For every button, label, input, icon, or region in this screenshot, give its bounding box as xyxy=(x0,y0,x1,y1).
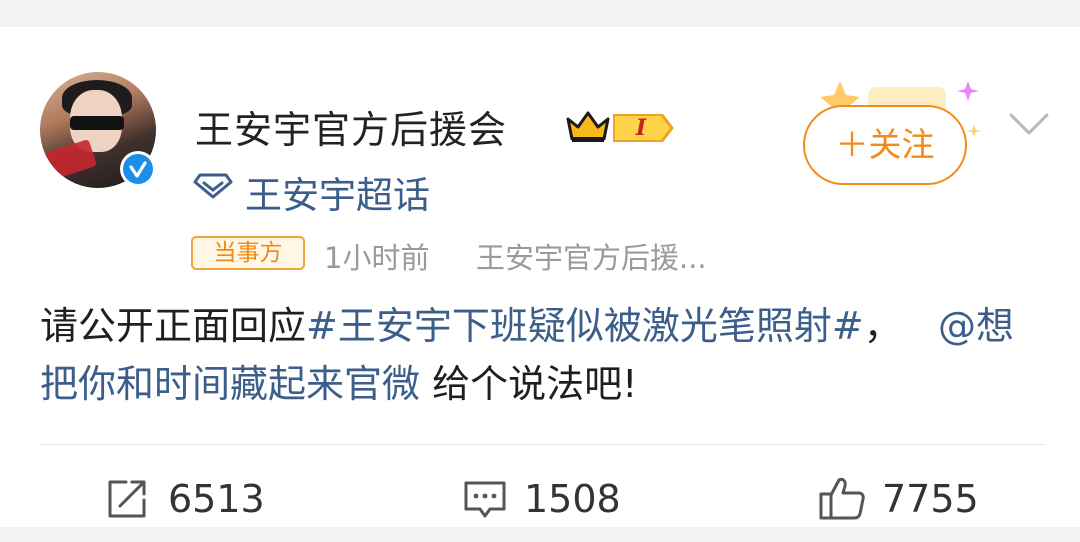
post-text-separator: ， xyxy=(863,304,902,348)
diamond-icon xyxy=(193,173,233,203)
post-source[interactable]: 王安宇官方后援... xyxy=(476,235,707,277)
verified-badge xyxy=(120,151,156,187)
post-timestamp: 1小时前 xyxy=(324,241,430,275)
repost-count: 6513 xyxy=(168,477,265,521)
post-text-prefix: 请公开正面回应 xyxy=(40,304,307,348)
topic-link[interactable]: 王安宇超话 xyxy=(245,165,430,219)
avatar-red-mark xyxy=(40,138,98,182)
crown-icon xyxy=(564,107,612,149)
post-card: 王安宇官方后援会 I 王安宇超话 ＋关注 当事方 1小时前 王安宇官方后援...… xyxy=(0,27,1080,527)
thumbs-up-icon xyxy=(819,477,865,520)
post-text-suffix: 给个说法吧! xyxy=(432,362,638,406)
verified-icon xyxy=(123,154,153,184)
like-count: 7755 xyxy=(882,477,979,521)
post-text: 请公开正面回应#王安宇下班疑似被激光笔照射#， @想把你和时间藏起来官微 给个说… xyxy=(40,297,1040,413)
hashtag-link[interactable]: #王安宇下班疑似被激光笔照射# xyxy=(306,304,864,348)
level-badge: I xyxy=(612,113,674,143)
follow-button[interactable]: ＋关注 xyxy=(803,105,967,185)
repost-icon xyxy=(108,480,146,518)
comment-count: 1508 xyxy=(524,477,621,521)
level-label: I xyxy=(635,115,647,141)
avatar-glasses xyxy=(70,116,124,130)
comment-button[interactable]: 1508 xyxy=(462,473,622,525)
repost-button[interactable]: 6513 xyxy=(104,473,265,525)
chevron-down-icon[interactable] xyxy=(1008,111,1050,143)
role-badge: 当事方 xyxy=(191,236,305,270)
comment-icon xyxy=(464,481,506,518)
user-name[interactable]: 王安宇官方后援会 xyxy=(195,99,507,154)
like-button[interactable]: 7755 xyxy=(818,473,988,525)
divider xyxy=(40,444,1045,445)
